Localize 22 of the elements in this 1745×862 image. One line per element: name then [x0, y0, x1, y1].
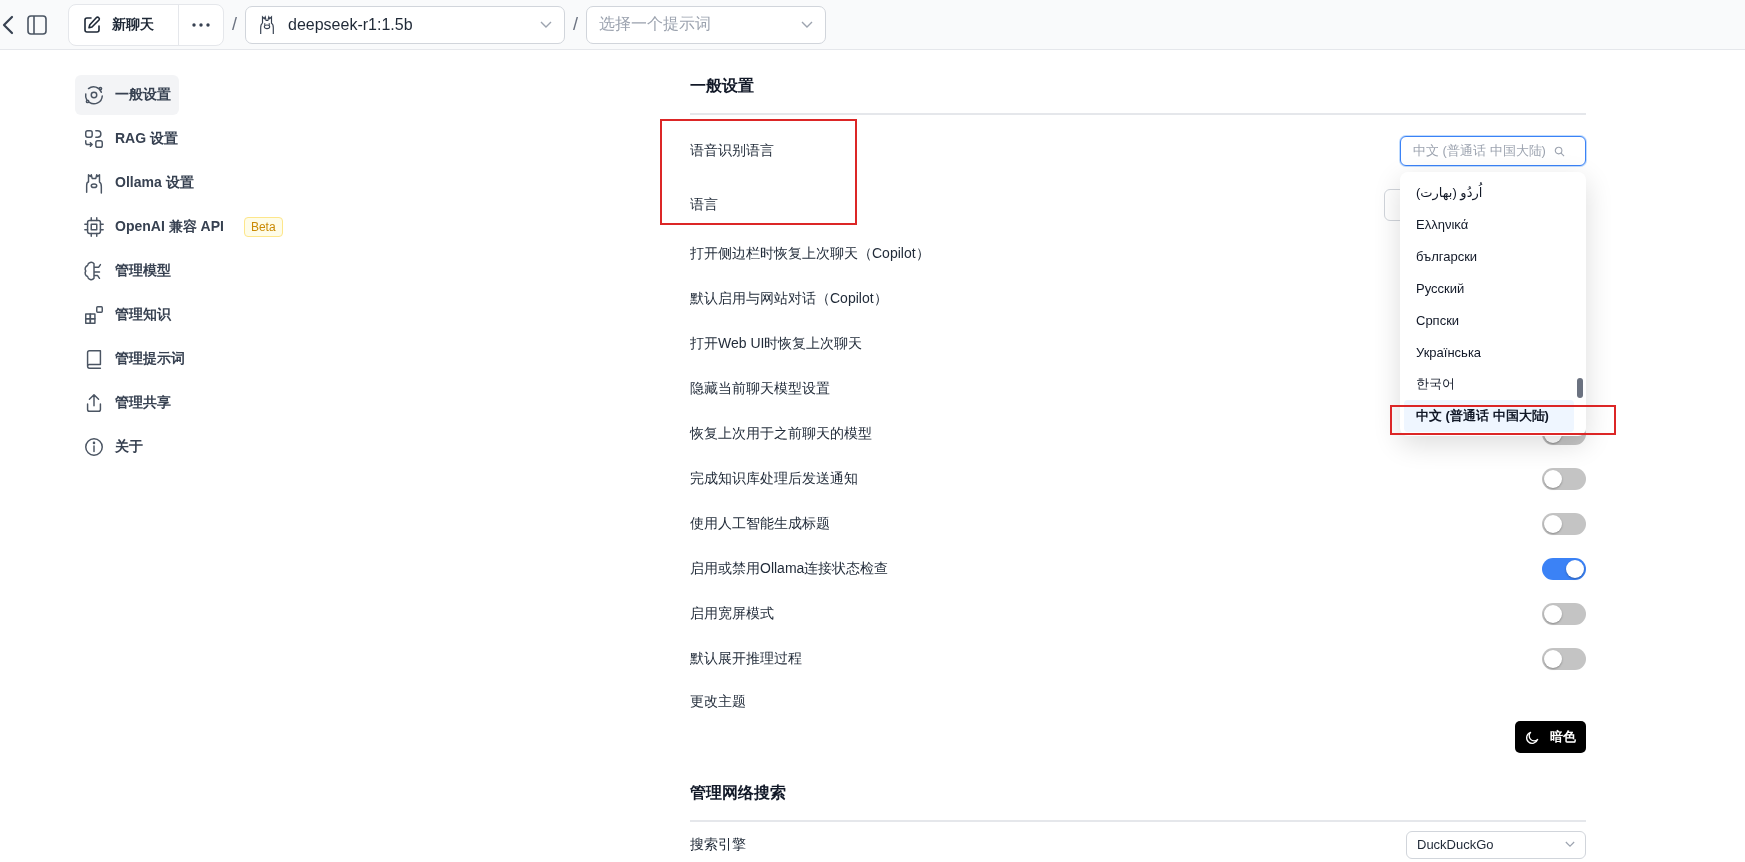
setting-label: 打开侧边栏时恢复上次聊天（Copilot） — [690, 244, 930, 263]
search-placeholder: 中文 (普通话 中国大陆) — [1413, 142, 1546, 160]
setting-label: 启用或禁用Ollama连接状态检查 — [690, 559, 889, 578]
setting-label: 打开Web UI时恢复上次聊天 — [690, 334, 863, 353]
setting-label: 恢复上次用于之前聊天的模型 — [690, 424, 872, 443]
prompt-placeholder: 选择一个提示词 — [599, 14, 713, 34]
model-name: deepseek-r1:1.5b — [288, 15, 414, 34]
section-title: 一般设置 — [690, 76, 1586, 115]
beta-badge: Beta — [243, 217, 283, 237]
setting-label: 使用人工智能生成标题 — [690, 514, 830, 533]
breadcrumb-separator: / — [573, 14, 579, 35]
breadcrumb-separator: / — [232, 14, 237, 35]
setting-label: 更改主题 — [690, 693, 746, 711]
setting-label: 完成知识库处理后发送通知 — [690, 469, 858, 488]
setting-label: 语音识别语言 — [690, 142, 774, 160]
setting-label: 语言 — [690, 196, 718, 214]
setting-label: 启用宽屏模式 — [690, 604, 774, 623]
section-title: 管理网络搜索 — [690, 783, 1586, 822]
setting-label: 搜索引擎 — [690, 835, 746, 854]
setting-label: 隐藏当前聊天模型设置 — [690, 379, 830, 398]
setting-label: 默认展开推理过程 — [690, 649, 802, 668]
setting-label: 默认启用与网站对话（Copilot） — [690, 289, 888, 308]
